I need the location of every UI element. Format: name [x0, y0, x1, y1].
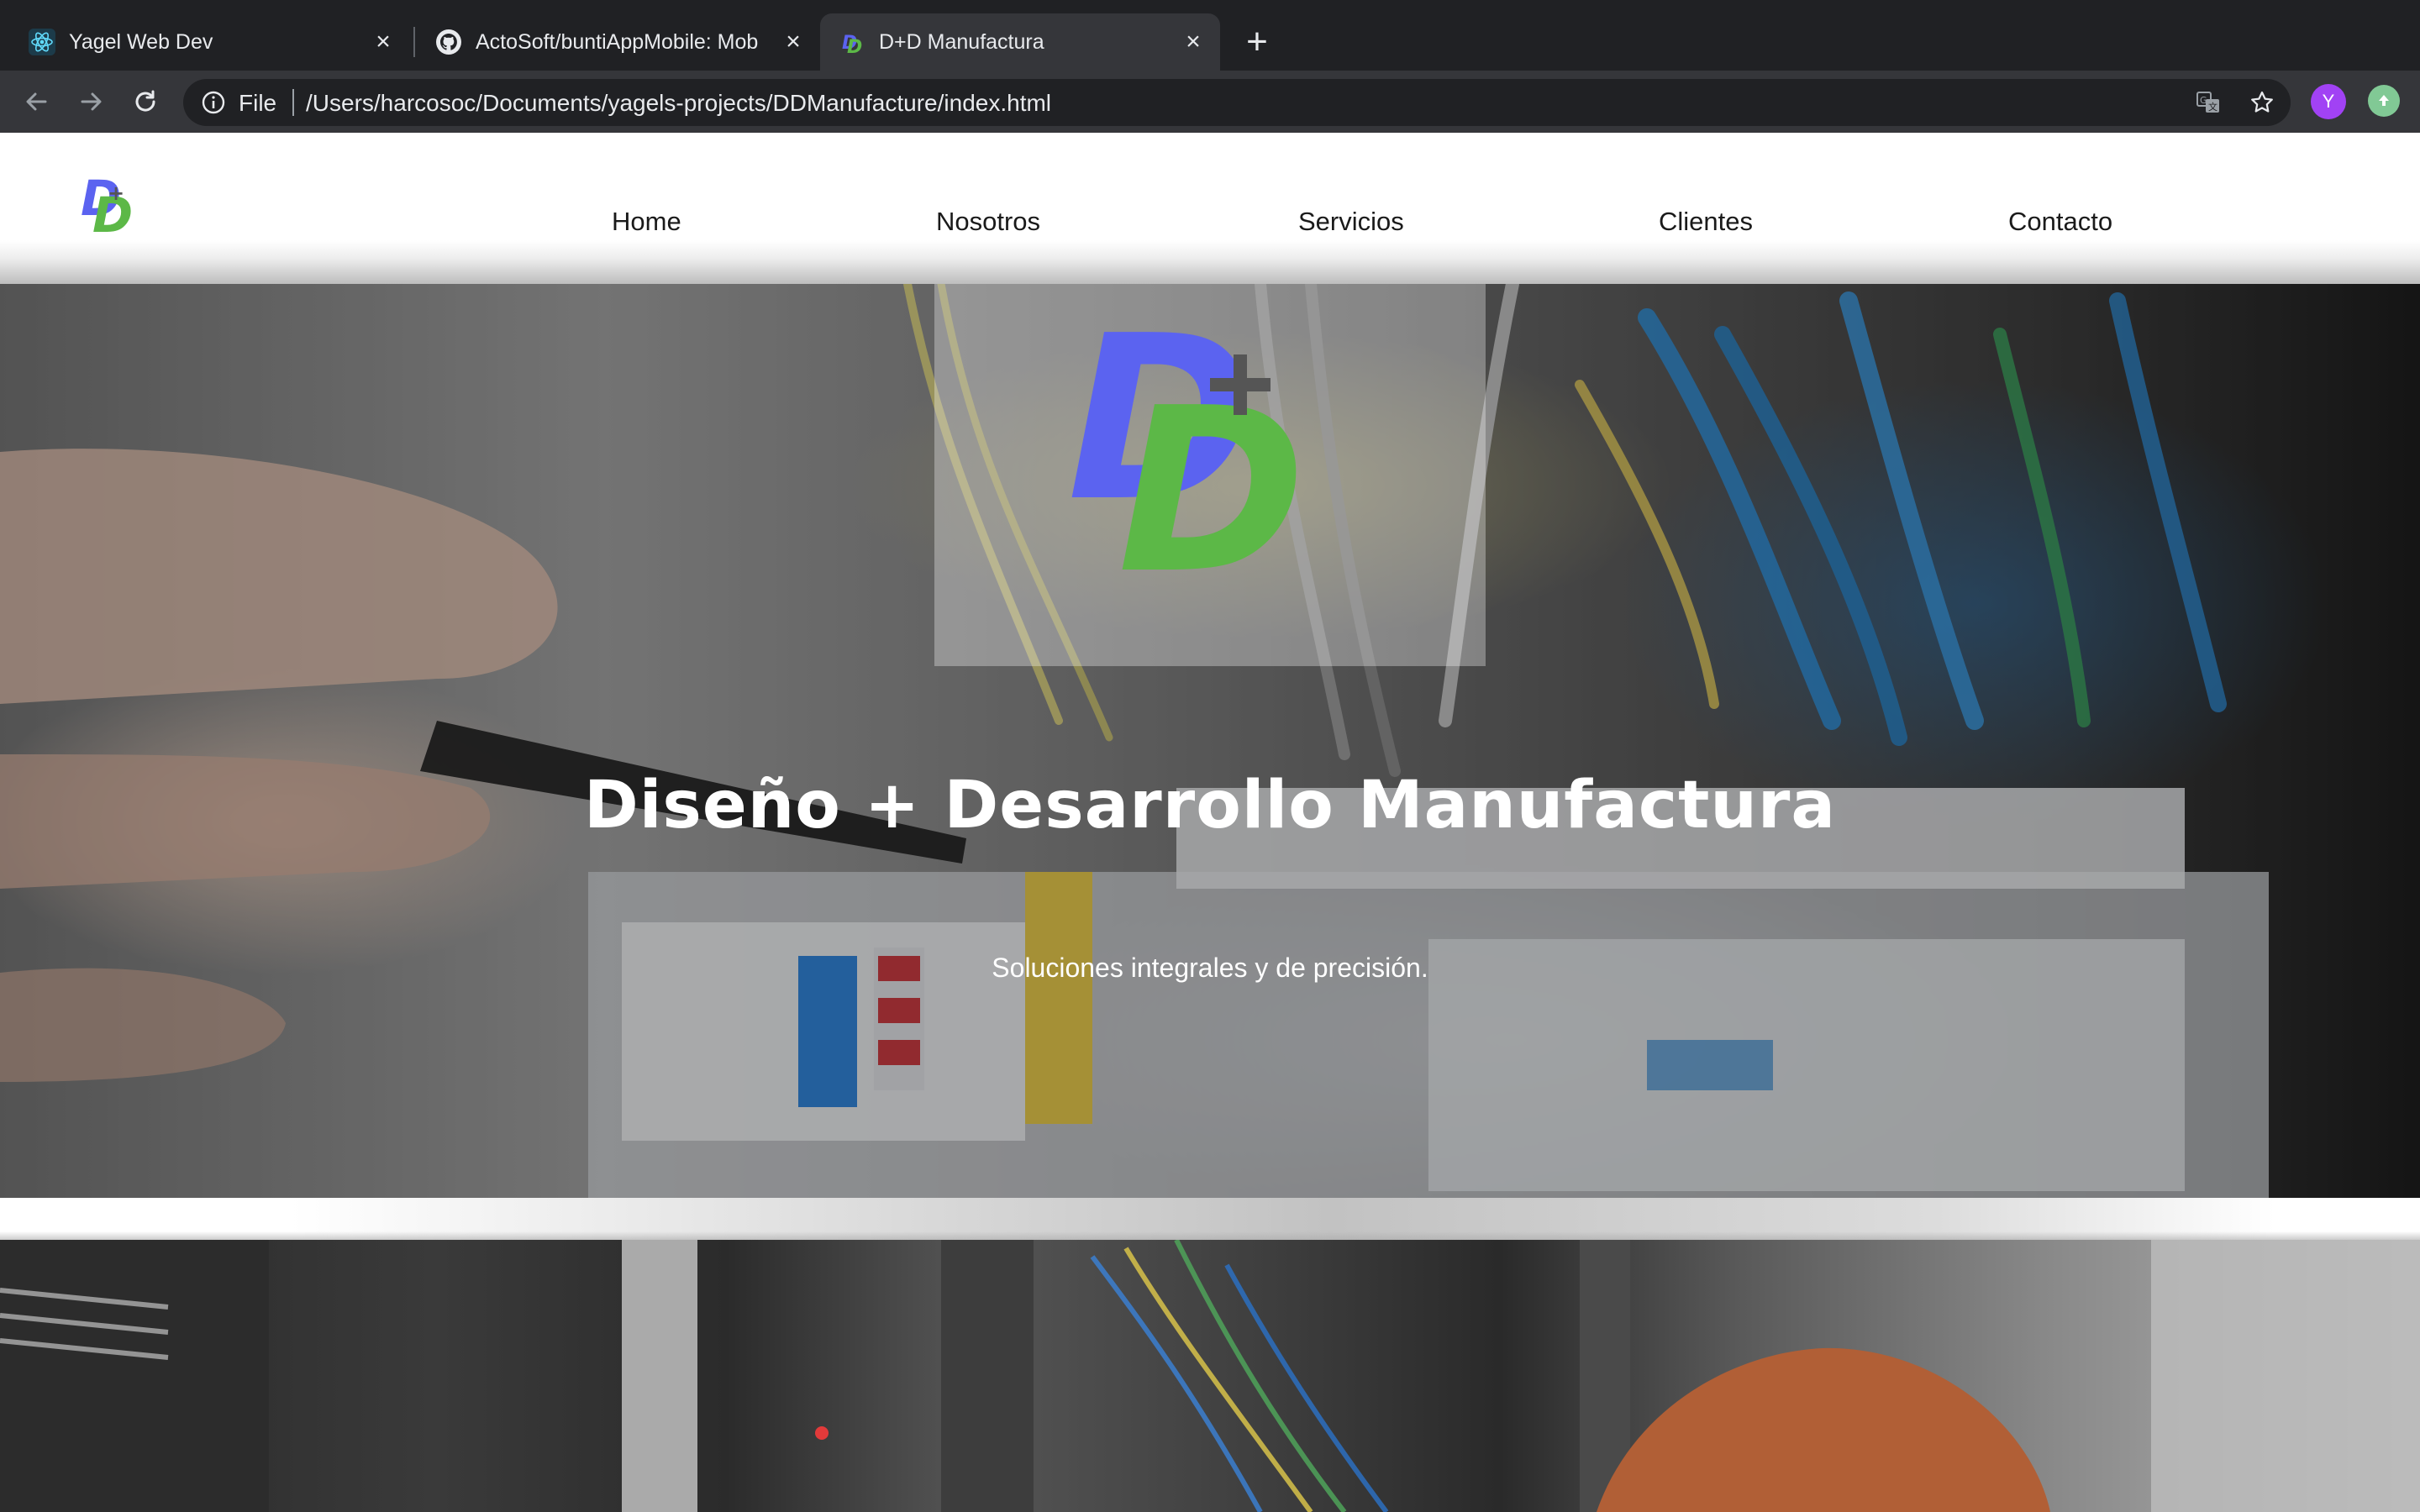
hero-title: Diseño + Desarrollo Manufactura	[583, 768, 1837, 843]
svg-text:G: G	[2200, 95, 2207, 106]
translate-icon[interactable]: G 文	[2193, 87, 2223, 118]
tab-title: Yagel Web Dev	[69, 29, 213, 54]
svg-text:D: D	[1118, 359, 1306, 581]
tab-title: ActoSoft/buntiAppMobile: Mob	[476, 29, 759, 54]
nav-nosotros[interactable]: Nosotros	[936, 207, 1040, 237]
tab-title: D+D Manufactura	[879, 29, 1044, 54]
extension-update-icon[interactable]	[2368, 85, 2400, 117]
second-section-image	[0, 1240, 2420, 1512]
url-divider	[292, 89, 294, 116]
tab-github[interactable]: ActoSoft/buntiAppMobile: Mob ×	[417, 13, 820, 71]
url-text[interactable]: /Users/harcosoc/Documents/yagels-project…	[306, 90, 1051, 117]
react-icon	[29, 29, 55, 55]
profile-avatar[interactable]: Y	[2311, 84, 2346, 119]
nav-contacto[interactable]: Contacto	[2008, 207, 2112, 237]
browser-tabstrip: Yagel Web Dev × ActoSoft/buntiAppMobile:…	[0, 0, 2420, 71]
forward-arrow-icon	[81, 92, 102, 111]
new-tab-button[interactable]: +	[1237, 21, 1277, 62]
nav-clientes[interactable]: Clientes	[1659, 207, 1753, 237]
tab-dd-manufactura[interactable]: D D D+D Manufactura ×	[820, 13, 1220, 71]
nav-home[interactable]: Home	[612, 207, 681, 237]
address-bar[interactable]: File /Users/harcosoc/Documents/yagels-pr…	[183, 79, 2291, 126]
hero-logo: D D	[1067, 296, 1306, 581]
hero-logo-box: D D	[934, 284, 1486, 666]
site-logo[interactable]: D D +	[79, 168, 146, 235]
github-icon	[435, 29, 462, 55]
svg-text:+: +	[108, 181, 124, 205]
url-scheme-label: File	[239, 90, 277, 116]
back-button[interactable]	[17, 82, 55, 121]
hero-subtitle: Soluciones integrales y de precisión.	[992, 953, 1428, 983]
tab-yagel-web-dev[interactable]: Yagel Web Dev ×	[10, 13, 410, 71]
tab-separator	[413, 27, 415, 57]
svg-text:文: 文	[2208, 101, 2217, 113]
info-icon[interactable]	[200, 89, 227, 116]
close-tab-icon[interactable]: ×	[368, 27, 398, 57]
close-tab-icon[interactable]: ×	[1178, 27, 1208, 57]
bookmark-star-icon[interactable]	[2247, 87, 2277, 118]
reload-button[interactable]	[126, 82, 165, 121]
forward-button[interactable]	[72, 82, 111, 121]
close-tab-icon[interactable]: ×	[778, 27, 808, 57]
site-header: D D + Home Nosotros Servicios Clientes C…	[0, 133, 2420, 284]
section-divider	[0, 1198, 2420, 1240]
nav-servicios[interactable]: Servicios	[1298, 207, 1404, 237]
svg-text:D: D	[847, 37, 862, 55]
server-rack-image	[0, 1240, 2420, 1512]
dd-logo-icon: D D	[839, 29, 865, 55]
hero-section: D D Diseño + Desarrollo Manufactura Solu…	[0, 284, 2420, 1198]
back-arrow-icon	[26, 92, 47, 111]
reload-icon	[135, 90, 155, 112]
